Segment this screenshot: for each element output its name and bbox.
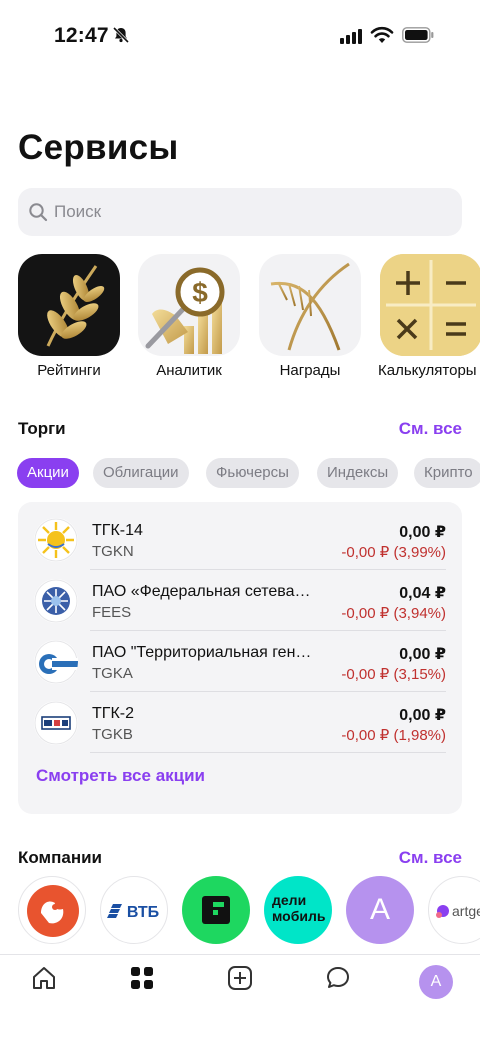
home-icon (33, 967, 55, 989)
chat-bubble-icon (327, 967, 349, 988)
status-time: 12:47 (54, 24, 109, 47)
calculator-icon (380, 254, 480, 356)
cellular-signal-icon (340, 29, 362, 44)
company-logo-delimobil[interactable]: дели мобиль (264, 876, 332, 944)
stock-row[interactable]: ТГК-14 TGKN 0,00 ₽ -0,00 ₽ (3,99%) (34, 510, 446, 570)
stock-price: 0,00 ₽ (399, 707, 446, 724)
analyst-icon: $ (138, 254, 240, 356)
battery-icon (402, 27, 434, 43)
search-bar[interactable] (18, 188, 462, 236)
stock-row[interactable]: ПАО "Территориальная ген… TGKA 0,00 ₽ -0… (34, 632, 446, 692)
company-logo-vtb[interactable]: ВТБ (100, 876, 168, 944)
company-logo-artgen[interactable]: artge (428, 876, 480, 944)
tgkb-logo-icon (34, 701, 78, 745)
stock-row[interactable]: ПАО «Федеральная сетева… FEES 0,04 ₽ -0,… (34, 571, 446, 631)
stock-change: -0,00 ₽ (3,15%) (341, 666, 446, 683)
stock-ticker: TGKB (92, 726, 133, 743)
company-logo-birds[interactable] (18, 876, 86, 944)
trading-title: Торги (18, 419, 66, 438)
stocks-card: ТГК-14 TGKN 0,00 ₽ -0,00 ₽ (3,99%) ПАО «… (18, 502, 462, 814)
companies-see-all-link[interactable]: См. все (399, 848, 462, 868)
tab-create[interactable] (220, 965, 260, 999)
tgka-logo-icon (34, 640, 78, 684)
tab-services[interactable] (122, 965, 162, 999)
service-analyst[interactable]: $ Аналитик (137, 254, 241, 379)
chip-indices[interactable]: Индексы (317, 458, 399, 488)
services-carousel: Рейтинги $ Аналитик Награды Калькуляторы (0, 254, 480, 384)
plus-square-icon (228, 966, 252, 990)
stock-price: 0,00 ₽ (399, 524, 446, 541)
wifi-icon (370, 26, 394, 43)
avatar: A (419, 965, 453, 999)
row-divider (90, 752, 446, 753)
stock-name: ТГК-2 (92, 705, 134, 722)
service-label: Аналитик (156, 362, 222, 379)
stock-ticker: TGKA (92, 665, 133, 682)
company-logo-text: дели мобиль (272, 892, 326, 924)
grid-icon (131, 967, 153, 989)
stock-name: ПАО "Территориальная ген… (92, 644, 312, 661)
stock-change: -0,00 ₽ (3,99%) (341, 544, 446, 561)
row-divider (90, 691, 446, 692)
companies-title: Компании (18, 848, 103, 867)
service-label: Награды (279, 362, 341, 379)
status-bar: 12:47 (0, 0, 480, 70)
stock-price: 0,04 ₽ (399, 585, 446, 602)
page-title: Сервисы (18, 128, 179, 167)
company-logo-text: artge (452, 903, 480, 919)
laurel-icon (18, 254, 120, 356)
service-label: Калькуляторы (378, 362, 477, 379)
svg-text:$: $ (192, 277, 208, 308)
tab-chat[interactable] (318, 965, 358, 999)
companies-carousel: ВТБ дели мобиль A artge (0, 876, 480, 946)
service-calculators[interactable]: Калькуляторы (378, 254, 480, 379)
stock-name: ПАО «Федеральная сетева… (92, 583, 311, 600)
service-awards[interactable]: Награды (258, 254, 362, 379)
chip-futures[interactable]: Фьючерсы (206, 458, 299, 488)
view-all-stocks-link[interactable]: Смотреть все акции (36, 766, 205, 786)
chip-bonds[interactable]: Облигации (93, 458, 189, 488)
bell-slash-icon (112, 26, 130, 44)
stock-row[interactable]: ТГК-2 TGKB 0,00 ₽ -0,00 ₽ (1,98%) (34, 693, 446, 753)
stock-ticker: TGKN (92, 543, 134, 560)
service-label: Рейтинги (37, 362, 101, 379)
search-input[interactable] (54, 188, 454, 236)
stock-ticker: FEES (92, 604, 132, 621)
tab-profile[interactable]: A (416, 965, 456, 999)
stock-name: ТГК-14 (92, 522, 143, 539)
chip-crypto[interactable]: Крипто (414, 458, 480, 488)
company-logo-green[interactable] (182, 876, 250, 944)
chip-stocks[interactable]: Акции (17, 458, 79, 488)
trading-see-all-link[interactable]: См. все (399, 419, 462, 439)
stock-change: -0,00 ₽ (3,94%) (341, 605, 446, 622)
fees-logo-icon (34, 579, 78, 623)
bottom-tab-bar: A (0, 954, 480, 1043)
stock-change: -0,00 ₽ (1,98%) (341, 727, 446, 744)
stock-price: 0,00 ₽ (399, 646, 446, 663)
asset-filter-chips: Акции Облигации Фьючерсы Индексы Крипто (0, 458, 480, 490)
company-logo-letter[interactable]: A (346, 876, 414, 944)
tab-home[interactable] (24, 965, 64, 999)
awards-icon (259, 254, 361, 356)
service-ratings[interactable]: Рейтинги (17, 254, 121, 379)
company-logo-text: ВТБ (127, 904, 159, 921)
row-divider (90, 630, 446, 631)
search-icon (29, 203, 48, 222)
row-divider (90, 569, 446, 570)
tgk14-logo-icon (34, 518, 78, 562)
company-logo-text: A (369, 893, 390, 926)
